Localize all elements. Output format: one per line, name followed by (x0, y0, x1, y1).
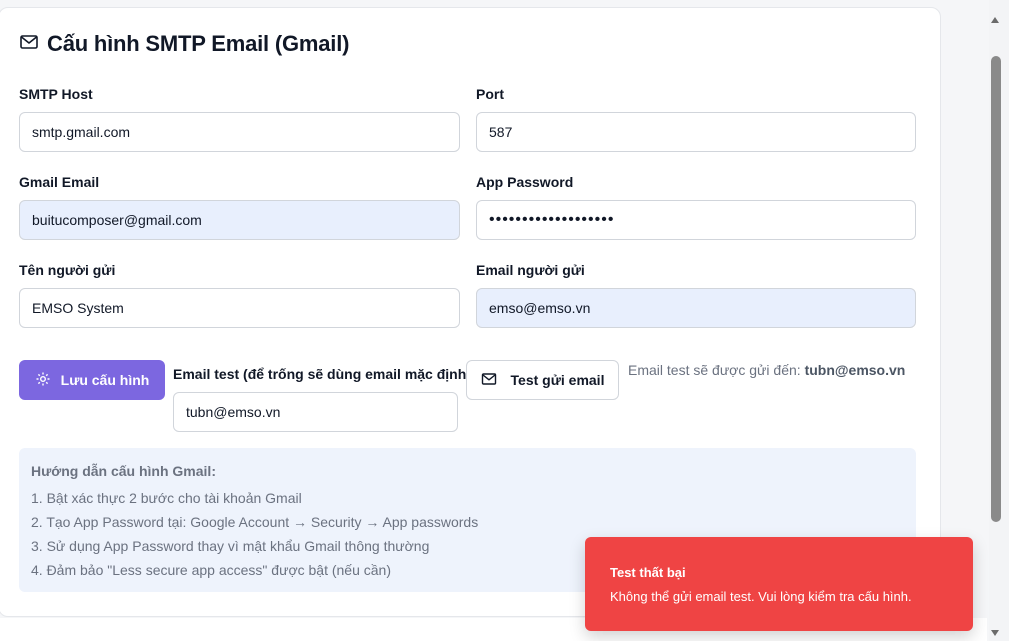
error-toast[interactable]: Test thất bại Không thể gửi email test. … (585, 537, 973, 631)
test-send-email-button[interactable]: Test gửi email (466, 360, 619, 400)
gmail-email-label: Gmail Email (19, 174, 100, 190)
app-password-label: App Password (476, 174, 574, 190)
test-email-hint-address: tubn@emso.vn (804, 362, 906, 378)
smtp-host-value: smtp.gmail.com (32, 124, 131, 140)
sender-email-label: Email người gửi (476, 262, 585, 278)
scroll-down-icon[interactable] (991, 630, 999, 636)
test-email-hint: Email test sẽ được gửi đến: tubn@emso.vn (628, 362, 905, 378)
save-config-label: Lưu cấu hình (60, 372, 150, 388)
smtp-host-input[interactable]: smtp.gmail.com (19, 112, 460, 152)
test-email-input[interactable]: tubn@emso.vn (173, 392, 458, 432)
guide-step: 2. Tạo App Password tại: Google Account … (31, 514, 479, 530)
sender-name-value: EMSO System (32, 300, 124, 316)
gear-icon (35, 371, 51, 390)
port-input[interactable]: 587 (476, 112, 916, 152)
gmail-email-value: buitucomposer@gmail.com (32, 212, 202, 228)
app-password-value: ••••••••••••••••••• (489, 211, 615, 228)
test-email-label: Email test (để trống sẽ dùng email mặc đ… (173, 366, 471, 382)
sender-email-value: emso@emso.vn (489, 300, 591, 316)
scrollbar-thumb[interactable] (991, 56, 1001, 522)
app-password-input[interactable]: ••••••••••••••••••• (476, 200, 916, 240)
port-value: 587 (489, 124, 513, 140)
save-config-button[interactable]: Lưu cấu hình (19, 360, 165, 400)
page: Cấu hình SMTP Email (Gmail) SMTP Host sm… (0, 0, 1009, 641)
page-title: Cấu hình SMTP Email (Gmail) (47, 31, 350, 56)
port-label: Port (476, 86, 504, 102)
scroll-up-icon[interactable] (991, 17, 999, 23)
error-toast-title: Test thất bại (610, 565, 686, 580)
mail-icon (19, 32, 39, 57)
test-send-email-label: Test gửi email (510, 372, 605, 388)
guide-step: 3. Sử dụng App Password thay vì mật khẩu… (31, 538, 430, 554)
page-title-row: Cấu hình SMTP Email (Gmail) (19, 31, 349, 57)
sender-email-input[interactable]: emso@emso.vn (476, 288, 916, 328)
test-email-hint-prefix: Email test sẽ được gửi đến: (628, 362, 805, 378)
smtp-host-label: SMTP Host (19, 86, 93, 102)
mail-icon (481, 371, 497, 390)
error-toast-message: Không thể gửi email test. Vui lòng kiểm … (610, 589, 912, 604)
gmail-guide-title: Hướng dẫn cấu hình Gmail: (31, 463, 216, 479)
guide-step: 4. Đảm bảo "Less secure app access" được… (31, 562, 392, 578)
sender-name-label: Tên người gửi (19, 262, 116, 278)
guide-step: 1. Bật xác thực 2 bước cho tài khoản Gma… (31, 490, 302, 506)
sender-name-input[interactable]: EMSO System (19, 288, 460, 328)
test-email-value: tubn@emso.vn (186, 404, 281, 420)
gmail-email-input[interactable]: buitucomposer@gmail.com (19, 200, 460, 240)
